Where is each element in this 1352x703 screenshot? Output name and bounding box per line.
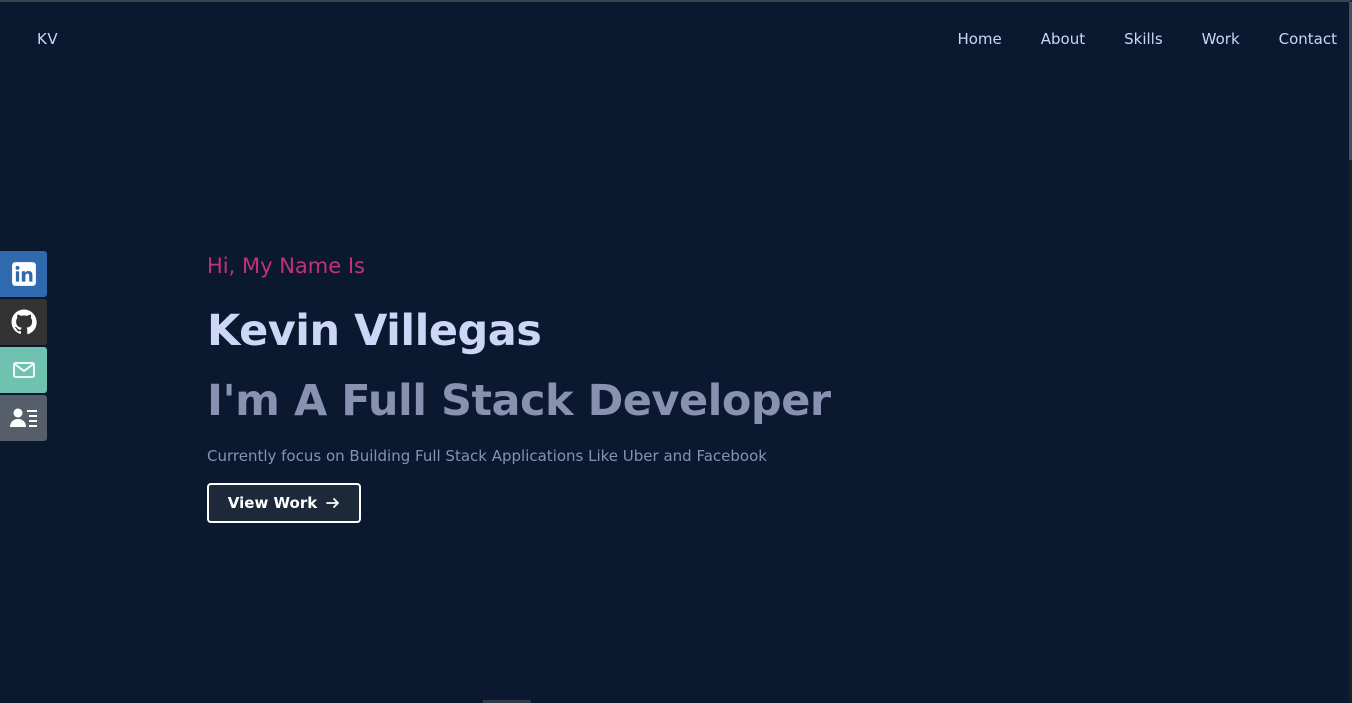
nav-menu: Home About Skills Work Contact xyxy=(918,29,1337,49)
linkedin-icon xyxy=(11,262,36,286)
github-link[interactable] xyxy=(0,299,47,345)
hero-tagline: Currently focus on Building Full Stack A… xyxy=(207,447,767,465)
hero-section: Hi, My Name Is Kevin Villegas I'm A Full… xyxy=(207,248,1107,523)
github-icon xyxy=(11,309,37,335)
arrow-right-icon xyxy=(326,497,340,509)
mail-icon xyxy=(12,362,35,378)
nav-item-about[interactable]: About xyxy=(1041,29,1085,49)
nav-item-contact[interactable]: Contact xyxy=(1279,29,1337,49)
view-work-label: View Work xyxy=(227,494,318,512)
page: KV Home About Skills Work Contact Hi, My… xyxy=(0,0,1352,703)
resume-link[interactable] xyxy=(0,395,47,441)
social-bar xyxy=(0,251,47,443)
linkedin-link[interactable] xyxy=(0,251,47,297)
email-link[interactable] xyxy=(0,347,47,393)
nav-item-work[interactable]: Work xyxy=(1202,29,1240,49)
navbar: KV Home About Skills Work Contact xyxy=(0,2,1349,80)
view-work-button[interactable]: View Work xyxy=(207,483,361,523)
hero-name: Kevin Villegas xyxy=(207,306,542,356)
nav-item-skills[interactable]: Skills xyxy=(1124,29,1163,49)
hero-role: I'm A Full Stack Developer xyxy=(207,376,831,426)
logo[interactable]: KV xyxy=(37,30,58,48)
greeting-text: Hi, My Name Is xyxy=(207,254,365,278)
resume-icon xyxy=(9,408,37,427)
nav-item-home[interactable]: Home xyxy=(957,29,1001,49)
